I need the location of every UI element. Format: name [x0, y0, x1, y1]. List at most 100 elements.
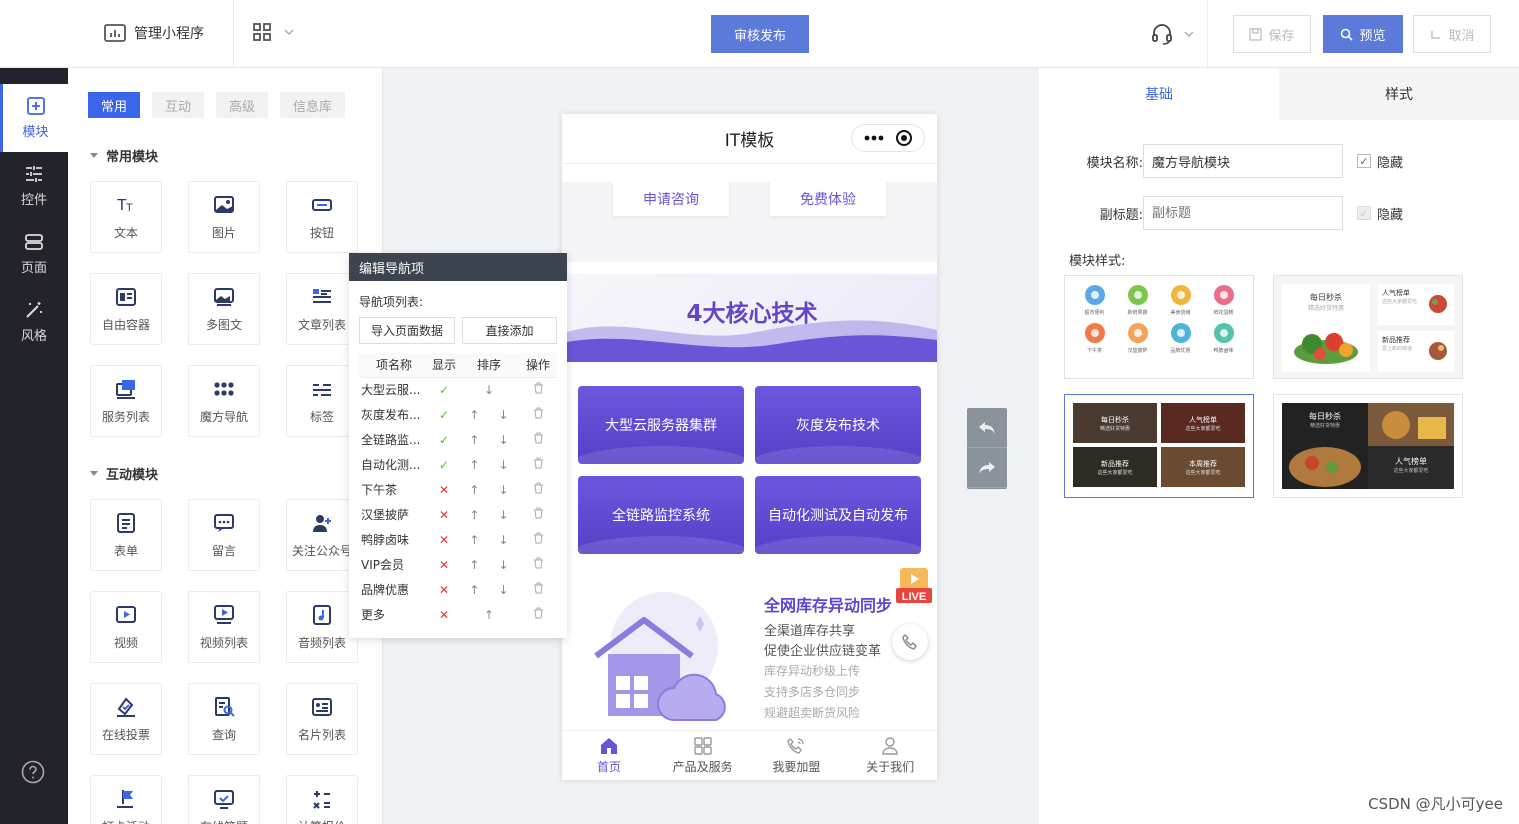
style-option-four-tiles[interactable]: 每日秒杀 精选好货特惠 人气榜单 这些大家都爱吃 新品推荐 这些大家都爱吃 本周推荐 这些大家…: [1064, 394, 1254, 498]
hide-subtitle-checkbox[interactable]: ✓ 隐藏: [1357, 204, 1403, 223]
trash-icon[interactable]: [533, 532, 544, 544]
tech-card[interactable]: 全链路监控系统: [578, 476, 744, 554]
call-button[interactable]: [892, 624, 928, 660]
arrow-down-icon[interactable]: ↓: [484, 383, 494, 397]
direct-add-button[interactable]: 直接添加: [462, 317, 557, 344]
tab-style[interactable]: 样式: [1279, 68, 1519, 120]
arrow-down-icon[interactable]: ↓: [499, 458, 509, 472]
arrow-up-icon[interactable]: ↑: [484, 608, 494, 622]
module-tile-quiz[interactable]: 在线答题: [188, 775, 260, 824]
trash-icon[interactable]: [533, 507, 544, 519]
arrow-up-icon[interactable]: ↑: [469, 458, 479, 472]
arrow-up-icon[interactable]: ↑: [469, 533, 479, 547]
arrow-down-icon[interactable]: ↓: [499, 583, 509, 597]
module-tile-checkin[interactable]: 打卡活动: [90, 775, 162, 824]
trash-icon[interactable]: [533, 457, 544, 469]
tab-info-library[interactable]: 信息库: [280, 92, 346, 118]
module-tile-multi-image[interactable]: 多图文: [188, 273, 260, 345]
tech-card[interactable]: 大型云服务器集群: [578, 386, 744, 464]
module-name-input[interactable]: [1143, 144, 1343, 178]
help-button[interactable]: [21, 760, 45, 784]
nav-item-style[interactable]: 风格: [0, 288, 68, 356]
tab-advanced[interactable]: 高级: [216, 92, 269, 118]
arrow-up-icon[interactable]: ↑: [469, 508, 479, 522]
nav-item-module[interactable]: 模块: [0, 84, 68, 152]
cross-icon[interactable]: ✕: [439, 483, 449, 497]
module-tile-card-list[interactable]: 名片列表: [286, 683, 358, 755]
apply-consult-button[interactable]: 申请咨询: [613, 182, 729, 216]
module-tile-audio-list[interactable]: 音频列表: [286, 591, 358, 663]
module-tile-video-list[interactable]: 视频列表: [188, 591, 260, 663]
module-tile-calc[interactable]: 计算报价: [286, 775, 358, 824]
import-page-data-button[interactable]: 导入页面数据: [359, 317, 455, 344]
arrow-up-icon[interactable]: ↑: [469, 583, 479, 597]
module-tile-button[interactable]: 按钮: [286, 181, 358, 253]
arrow-up-icon[interactable]: ↑: [469, 558, 479, 572]
module-tile-form[interactable]: 表单: [90, 499, 162, 571]
preview-button[interactable]: 预览: [1323, 15, 1403, 53]
style-option-icon-grid[interactable]: 超市便利 新鲜果蔬 美食烧烤 鲜花蛋糕 下午茶 汉堡披萨 品牌优惠 鸭脖卤味: [1064, 275, 1254, 379]
trash-icon[interactable]: [533, 582, 544, 594]
cross-icon[interactable]: ✕: [439, 583, 449, 597]
save-button[interactable]: 保存: [1233, 15, 1311, 53]
cross-icon[interactable]: ✕: [439, 558, 449, 572]
tech-card[interactable]: 自动化测试及自动发布: [755, 476, 921, 554]
arrow-down-icon[interactable]: ↓: [499, 408, 509, 422]
check-icon[interactable]: ✓: [439, 408, 449, 422]
live-badge[interactable]: LIVE: [894, 566, 934, 604]
module-tile-container[interactable]: 自由容器: [90, 273, 162, 345]
module-tile-image[interactable]: 图片: [188, 181, 260, 253]
tech-card[interactable]: 灰度发布技术: [755, 386, 921, 464]
nav-item-page[interactable]: 页面: [0, 220, 68, 288]
hide-name-checkbox[interactable]: ✓ 隐藏: [1357, 152, 1403, 171]
module-tile-follow[interactable]: 关注公众号: [286, 499, 358, 571]
cross-icon[interactable]: ✕: [439, 533, 449, 547]
trash-icon[interactable]: [533, 557, 544, 569]
trash-icon[interactable]: [533, 382, 544, 394]
module-tile-service-list[interactable]: 服务列表: [90, 365, 162, 437]
trash-icon[interactable]: [533, 482, 544, 494]
module-tile-tag[interactable]: 标签: [286, 365, 358, 437]
cancel-button[interactable]: 取消: [1413, 15, 1491, 53]
module-tile-query[interactable]: 查询: [188, 683, 260, 755]
tab-basic[interactable]: 基础: [1039, 68, 1279, 120]
arrow-down-icon[interactable]: ↓: [499, 483, 509, 497]
module-tile-vote[interactable]: 在线投票: [90, 683, 162, 755]
support-menu[interactable]: [1150, 22, 1194, 46]
module-tile-article-list[interactable]: 文章列表: [286, 273, 358, 345]
arrow-down-icon[interactable]: ↓: [499, 508, 509, 522]
module-tile-cube-nav[interactable]: 魔方导航: [188, 365, 260, 437]
arrow-up-icon[interactable]: ↑: [469, 483, 479, 497]
module-tile-message[interactable]: 留言: [188, 499, 260, 571]
arrow-down-icon[interactable]: ↓: [499, 533, 509, 547]
section-interactive-title[interactable]: 互动模块: [90, 464, 158, 483]
app-switcher[interactable]: [252, 22, 294, 42]
trash-icon[interactable]: [533, 407, 544, 419]
check-icon[interactable]: ✓: [439, 433, 449, 447]
publish-button[interactable]: 审核发布: [711, 15, 809, 53]
cross-icon[interactable]: ✕: [439, 608, 449, 622]
tabbar-about[interactable]: 关于我们: [843, 731, 937, 780]
module-tile-video[interactable]: 视频: [90, 591, 162, 663]
redo-button[interactable]: [967, 448, 1007, 488]
arrow-down-icon[interactable]: ↓: [499, 433, 509, 447]
cross-icon[interactable]: ✕: [439, 508, 449, 522]
app-title[interactable]: 管理小程序: [104, 23, 204, 43]
style-option-dark-split[interactable]: 每日秒杀 精选好货特惠 人气榜单 这些大家都爱吃: [1273, 394, 1463, 498]
check-icon[interactable]: ✓: [439, 383, 449, 397]
free-trial-button[interactable]: 免费体验: [770, 182, 886, 216]
nav-item-controls[interactable]: 控件: [0, 152, 68, 220]
arrow-up-icon[interactable]: ↑: [469, 408, 479, 422]
trash-icon[interactable]: [533, 607, 544, 619]
tabbar-join[interactable]: 我要加盟: [750, 731, 844, 780]
tab-common[interactable]: 常用: [88, 92, 141, 118]
undo-button[interactable]: [967, 408, 1007, 448]
tabbar-home[interactable]: 首页: [562, 731, 656, 780]
module-tile-text[interactable]: T T 文本: [90, 181, 162, 253]
tabbar-products[interactable]: 产品及服务: [656, 731, 750, 780]
arrow-down-icon[interactable]: ↓: [499, 558, 509, 572]
check-icon[interactable]: ✓: [439, 458, 449, 472]
trash-icon[interactable]: [533, 432, 544, 444]
miniprogram-capsule[interactable]: [851, 124, 925, 152]
tab-interactive[interactable]: 互动: [152, 92, 205, 118]
